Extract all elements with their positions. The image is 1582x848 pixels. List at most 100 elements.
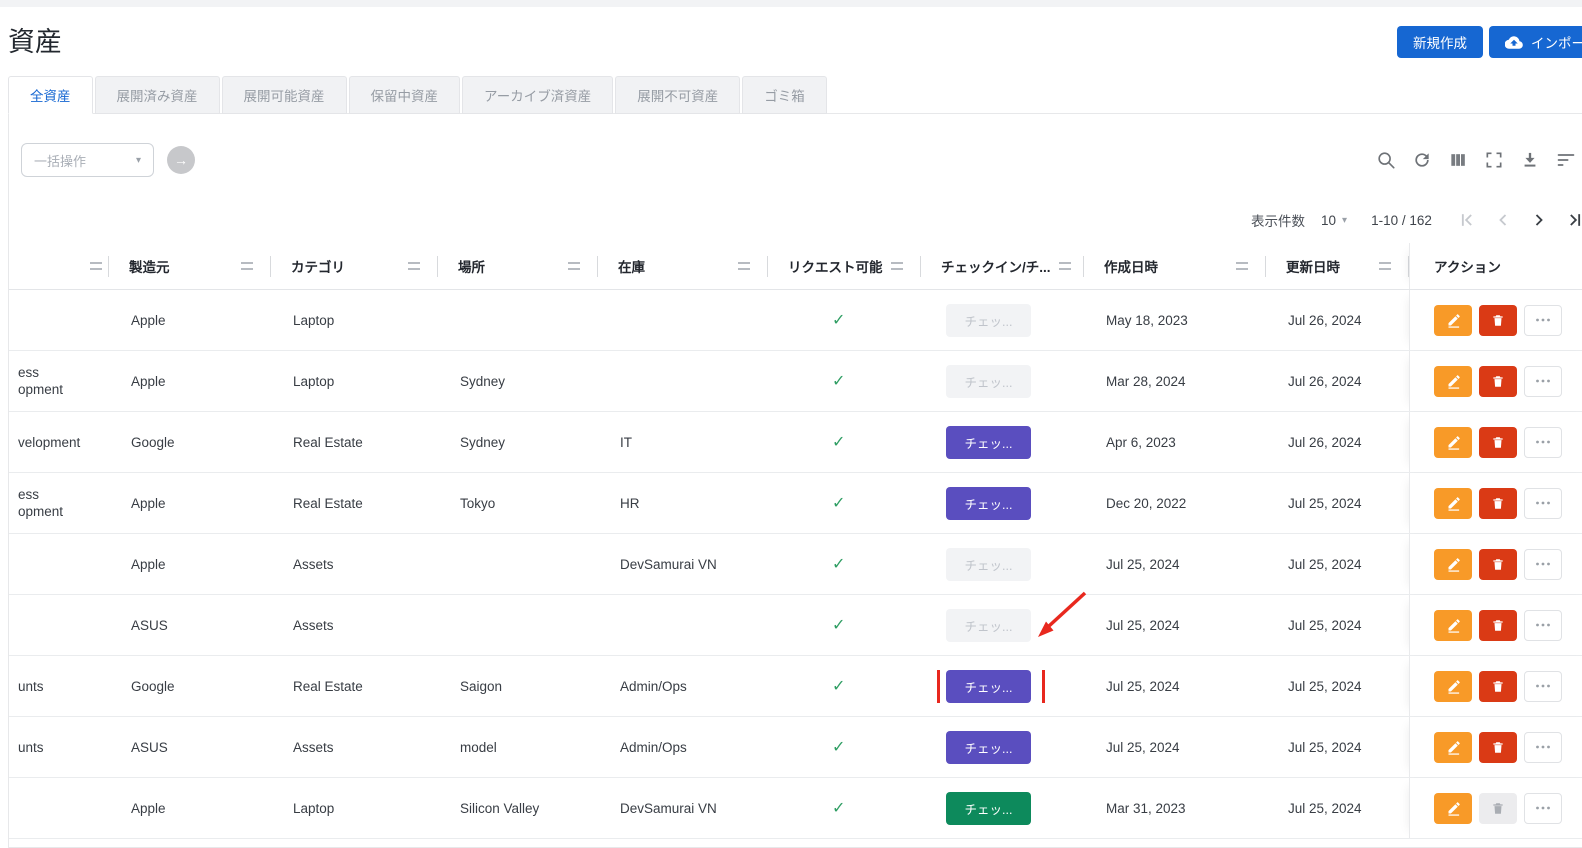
tab-deployed-assets[interactable]: 展開済み資産 <box>95 76 220 114</box>
column-menu-icon[interactable] <box>1059 262 1071 270</box>
more-button[interactable] <box>1524 610 1562 641</box>
location-cell: Saigon <box>438 679 598 694</box>
column-header-name <box>9 243 109 289</box>
created-cell: Jul 25, 2024 <box>1084 740 1266 755</box>
delete-button[interactable] <box>1479 305 1517 336</box>
more-button[interactable] <box>1524 793 1562 824</box>
column-menu-icon[interactable] <box>241 262 253 270</box>
edit-button[interactable] <box>1434 671 1472 702</box>
stock-cell: IT <box>598 435 768 450</box>
edit-button[interactable] <box>1434 610 1472 641</box>
checkin-button[interactable]: チェッ... <box>946 731 1031 764</box>
created-cell: Mar 28, 2024 <box>1084 374 1266 389</box>
more-button[interactable] <box>1524 427 1562 458</box>
checkin-button[interactable]: チェッ... <box>946 426 1031 459</box>
updated-cell: Jul 25, 2024 <box>1266 557 1409 572</box>
create-button[interactable]: 新規作成 <box>1397 26 1483 58</box>
delete-button[interactable] <box>1479 793 1517 824</box>
asset-name-fragment: essopment <box>9 486 109 520</box>
column-menu-icon[interactable] <box>891 262 903 270</box>
more-button[interactable] <box>1524 366 1562 397</box>
column-menu-icon[interactable] <box>90 262 102 270</box>
checkin-button[interactable]: チェッ... <box>946 792 1031 825</box>
check-icon: ✓ <box>832 556 845 573</box>
column-menu-icon[interactable] <box>1379 262 1391 270</box>
trash-icon <box>1491 618 1505 633</box>
more-button[interactable] <box>1524 488 1562 519</box>
edit-button[interactable] <box>1434 732 1472 763</box>
delete-button[interactable] <box>1479 610 1517 641</box>
tab-pending-assets[interactable]: 保留中資産 <box>349 76 461 114</box>
column-menu-icon[interactable] <box>568 262 580 270</box>
refresh-icon[interactable] <box>1412 150 1432 170</box>
filter-icon[interactable] <box>1556 150 1576 170</box>
table-row: Apple Assets DevSamurai VN ✓ チェッ... Jul … <box>9 534 1582 595</box>
tab-trash[interactable]: ゴミ箱 <box>742 76 827 114</box>
table-toolbar-icons <box>1376 150 1576 170</box>
pencil-icon <box>1446 557 1461 572</box>
first-page-icon[interactable] <box>1454 207 1481 234</box>
delete-button[interactable] <box>1479 366 1517 397</box>
checkin-wrap: チェッ... <box>946 426 1031 459</box>
location-cell: Sydney <box>438 435 598 450</box>
checkin-button[interactable]: チェッ... <box>946 609 1031 642</box>
column-header-requestable: リクエスト可能 <box>768 243 921 289</box>
next-page-icon[interactable] <box>1526 207 1553 234</box>
import-button[interactable]: インポー <box>1489 26 1582 58</box>
ellipsis-icon <box>1535 500 1551 506</box>
delete-button[interactable] <box>1479 732 1517 763</box>
table-header: 製造元 カテゴリ 場所 在庫 リクエスト可能 チェックイン/チ... 作成日時 … <box>9 243 1582 290</box>
last-page-icon[interactable] <box>1562 207 1582 234</box>
pencil-icon <box>1446 374 1461 389</box>
edit-button[interactable] <box>1434 305 1472 336</box>
actions-cell <box>1409 595 1582 655</box>
download-icon[interactable] <box>1520 150 1540 170</box>
updated-cell: Jul 25, 2024 <box>1266 679 1409 694</box>
page-size-select[interactable]: 10 ▾ <box>1321 213 1347 228</box>
delete-button[interactable] <box>1479 549 1517 580</box>
tab-undeployable-assets[interactable]: 展開不可資産 <box>615 76 740 114</box>
checkin-button[interactable]: チェッ... <box>946 548 1031 581</box>
tab-all-assets[interactable]: 全資産 <box>8 76 93 114</box>
check-icon: ✓ <box>832 800 845 817</box>
bulk-action-select[interactable]: 一括操作 ▾ <box>21 143 154 177</box>
tab-deployable-assets[interactable]: 展開可能資産 <box>222 76 347 114</box>
checkin-button[interactable]: チェッ... <box>946 670 1031 703</box>
checkin-button[interactable]: チェッ... <box>946 365 1031 398</box>
actions-cell <box>1409 534 1582 594</box>
edit-button[interactable] <box>1434 793 1472 824</box>
delete-button[interactable] <box>1479 427 1517 458</box>
ellipsis-icon <box>1535 561 1551 567</box>
tab-archived-assets[interactable]: アーカイブ済資産 <box>462 76 613 114</box>
fullscreen-icon[interactable] <box>1484 150 1504 170</box>
search-icon[interactable] <box>1376 150 1396 170</box>
actions-cell <box>1409 473 1582 533</box>
table-row: essopment Apple Real Estate Tokyo HR ✓ チ… <box>9 473 1582 534</box>
delete-button[interactable] <box>1479 488 1517 519</box>
actions-cell <box>1409 778 1582 838</box>
edit-button[interactable] <box>1434 366 1472 397</box>
checkin-button[interactable]: チェッ... <box>946 304 1031 337</box>
manufacturer-cell: Google <box>109 435 271 450</box>
checkin-button[interactable]: チェッ... <box>946 487 1031 520</box>
delete-button[interactable] <box>1479 671 1517 702</box>
more-button[interactable] <box>1524 549 1562 580</box>
column-menu-icon[interactable] <box>738 262 750 270</box>
columns-icon[interactable] <box>1448 150 1468 170</box>
bulk-action-go-button[interactable]: → <box>167 146 195 174</box>
updated-cell: Jul 25, 2024 <box>1266 801 1409 816</box>
column-menu-icon[interactable] <box>1236 262 1248 270</box>
stock-cell: DevSamurai VN <box>598 557 768 572</box>
actions-cell <box>1409 290 1582 350</box>
checkin-cell: チェッ... <box>921 731 1084 764</box>
more-button[interactable] <box>1524 671 1562 702</box>
column-menu-icon[interactable] <box>408 262 420 270</box>
more-button[interactable] <box>1524 732 1562 763</box>
edit-button[interactable] <box>1434 549 1472 580</box>
more-button[interactable] <box>1524 305 1562 336</box>
edit-button[interactable] <box>1434 488 1472 519</box>
requestable-cell: ✓ <box>768 798 921 818</box>
manufacturer-cell: Apple <box>109 313 271 328</box>
edit-button[interactable] <box>1434 427 1472 458</box>
prev-page-icon[interactable] <box>1490 207 1517 234</box>
